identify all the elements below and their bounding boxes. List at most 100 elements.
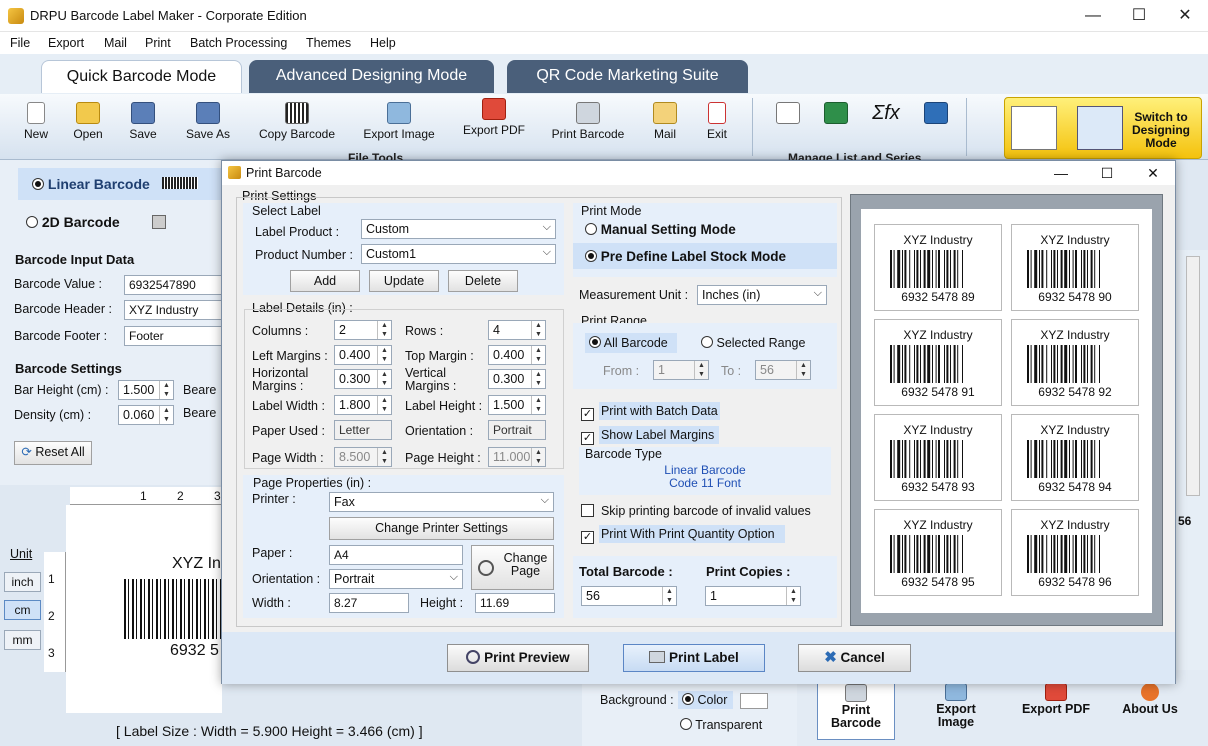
menu-print[interactable]: Print xyxy=(145,36,171,50)
predefine-mode-radio[interactable] xyxy=(585,250,597,262)
print-barcode-toolbar-button[interactable]: Print Barcode xyxy=(546,102,630,141)
skip-invalid-option[interactable]: Skip printing barcode of invalid values xyxy=(581,504,811,518)
vertical-margins-input[interactable]: 0.300 ▲ ▼ xyxy=(488,369,546,389)
label-canvas[interactable]: XYZ In 6932 5 xyxy=(66,505,222,713)
selected-range-radio[interactable] xyxy=(701,336,713,348)
menu-export[interactable]: Export xyxy=(48,36,84,50)
print-barcode-bottom-button[interactable]: Print Barcode xyxy=(817,678,895,740)
switch-to-designing-mode-button[interactable]: Switch to Designing Mode xyxy=(1004,97,1202,159)
color-radio[interactable] xyxy=(682,693,694,705)
change-page-button[interactable]: Change Page xyxy=(471,545,554,590)
barcode-value-input[interactable]: 6932547890 xyxy=(124,275,222,295)
exit-button[interactable]: Exit xyxy=(700,102,734,141)
formula-button[interactable]: Σfx xyxy=(870,102,902,125)
unit-inch-button[interactable]: inch xyxy=(4,572,41,592)
linear-barcode-option[interactable]: Linear Barcode xyxy=(18,168,222,200)
spin-arrows-icon[interactable]: ▲ ▼ xyxy=(377,346,391,364)
minimize-button[interactable]: — xyxy=(1070,0,1116,32)
about-us-button[interactable]: About Us xyxy=(1111,678,1189,740)
spin-arrows-icon[interactable]: ▲ ▼ xyxy=(377,396,391,414)
spin-arrows-icon[interactable]: ▲ ▼ xyxy=(531,346,545,364)
tab-quick-barcode-mode[interactable]: Quick Barcode Mode xyxy=(41,60,242,93)
transparent-option[interactable]: Transparent xyxy=(680,718,762,732)
new-button[interactable]: New xyxy=(18,102,54,141)
transparent-radio[interactable] xyxy=(680,718,692,730)
skip-invalid-checkbox[interactable] xyxy=(581,504,594,517)
dialog-maximize-button[interactable]: ☐ xyxy=(1085,161,1129,185)
save-button[interactable]: Save xyxy=(125,102,161,141)
tab-advanced-designing-mode[interactable]: Advanced Designing Mode xyxy=(249,60,494,93)
save-as-button[interactable]: Save As xyxy=(180,102,236,141)
density-input[interactable]: 0.060 ▲ ▼ xyxy=(118,405,174,425)
print-label-button[interactable]: Print Label xyxy=(623,644,765,672)
linear-radio[interactable] xyxy=(32,178,44,190)
print-quantity-option[interactable]: ✓ Print With Print Quantity Option xyxy=(581,527,775,544)
spin-arrows-icon[interactable]: ▲ ▼ xyxy=(159,381,173,399)
total-barcode-input[interactable]: 56 ▲ ▼ xyxy=(581,586,677,606)
top-margin-input[interactable]: 0.400 ▲ ▼ xyxy=(488,345,546,365)
open-button[interactable]: Open xyxy=(70,102,106,141)
mail-button[interactable]: Mail xyxy=(648,102,682,141)
menu-mail[interactable]: Mail xyxy=(104,36,127,50)
change-printer-settings-button[interactable]: Change Printer Settings xyxy=(329,517,554,540)
color-swatch[interactable] xyxy=(740,693,768,709)
export-pdf-button[interactable]: Export PDF xyxy=(458,98,530,137)
print-preview-button[interactable]: Print Preview xyxy=(447,644,589,672)
barcode-footer-input[interactable]: Footer xyxy=(124,326,222,346)
spin-arrows-icon[interactable]: ▲ ▼ xyxy=(531,370,545,388)
label-width-input[interactable]: 1.800 ▲ ▼ xyxy=(334,395,392,415)
export-pdf-bottom-button[interactable]: Export PDF xyxy=(1017,678,1095,740)
predefine-label-stock-mode-option[interactable]: Pre Define Label Stock Mode xyxy=(585,249,786,264)
all-barcode-radio[interactable] xyxy=(589,336,601,348)
update-button[interactable]: Update xyxy=(369,270,439,292)
print-copies-input[interactable]: 1 ▲ ▼ xyxy=(705,586,801,606)
menu-file[interactable]: File xyxy=(10,36,30,50)
selected-range-option[interactable]: Selected Range xyxy=(701,336,805,350)
columns-input[interactable]: 2 ▲ ▼ xyxy=(334,320,392,340)
maximize-button[interactable]: ☐ xyxy=(1116,0,1162,32)
unit-cm-button[interactable]: cm xyxy=(4,600,41,620)
spin-arrows-icon[interactable]: ▲ ▼ xyxy=(662,587,676,605)
series-button[interactable] xyxy=(922,102,950,127)
spin-arrows-icon[interactable]: ▲ ▼ xyxy=(786,587,800,605)
barcode-header-input[interactable]: XYZ Industry xyxy=(124,300,222,320)
label-product-select[interactable]: Custom ⌵ xyxy=(361,219,556,239)
spin-arrows-icon[interactable]: ▲ ▼ xyxy=(531,396,545,414)
reset-all-button[interactable]: ⟳ Reset All xyxy=(14,441,92,465)
orientation-select[interactable]: Portrait ⌵ xyxy=(329,569,463,589)
export-image-button[interactable]: Export Image xyxy=(357,102,441,141)
menu-themes[interactable]: Themes xyxy=(306,36,351,50)
2d-radio[interactable] xyxy=(26,216,38,228)
paper-input[interactable]: A4 xyxy=(329,545,463,565)
cancel-button[interactable]: ✖ Cancel xyxy=(798,644,911,672)
import-excel-button[interactable] xyxy=(822,102,850,127)
show-label-margins-option[interactable]: ✓ Show Label Margins xyxy=(581,428,714,445)
spin-arrows-icon[interactable]: ▲ ▼ xyxy=(531,321,545,339)
dialog-close-button[interactable]: ✕ xyxy=(1131,161,1175,185)
bar-height-input[interactable]: 1.500 ▲ ▼ xyxy=(118,380,174,400)
spin-arrows-icon[interactable]: ▲ ▼ xyxy=(159,406,173,424)
measurement-unit-select[interactable]: Inches (in) ⌵ xyxy=(697,285,827,305)
left-margins-input[interactable]: 0.400 ▲ ▼ xyxy=(334,345,392,365)
manual-mode-radio[interactable] xyxy=(585,223,597,235)
menu-batch-processing[interactable]: Batch Processing xyxy=(190,36,287,50)
background-color-option[interactable]: Color xyxy=(678,691,734,709)
add-button[interactable]: Add xyxy=(290,270,360,292)
print-with-batch-data-option[interactable]: ✓ Print with Batch Data xyxy=(581,404,718,421)
horizontal-margins-input[interactable]: 0.300 ▲ ▼ xyxy=(334,369,392,389)
product-number-select[interactable]: Custom1 ⌵ xyxy=(361,244,556,264)
spin-arrows-icon[interactable]: ▲ ▼ xyxy=(377,370,391,388)
manual-setting-mode-option[interactable]: Manual Setting Mode xyxy=(585,222,736,237)
printer-select[interactable]: Fax ⌵ xyxy=(329,492,554,512)
2d-barcode-option[interactable]: 2D Barcode xyxy=(10,214,222,248)
copy-barcode-button[interactable]: Copy Barcode xyxy=(253,102,341,141)
tab-qr-code-marketing-suite[interactable]: QR Code Marketing Suite xyxy=(507,60,748,93)
print-qty-checkbox[interactable]: ✓ xyxy=(581,531,594,544)
unit-mm-button[interactable]: mm xyxy=(4,630,41,650)
show-margins-checkbox[interactable]: ✓ xyxy=(581,432,594,445)
all-barcode-option[interactable]: All Barcode xyxy=(589,336,668,350)
spin-arrows-icon[interactable]: ▲ ▼ xyxy=(377,321,391,339)
height-input[interactable]: 11.69 xyxy=(475,593,555,613)
close-button[interactable]: ✕ xyxy=(1162,0,1208,32)
batch-checkbox[interactable]: ✓ xyxy=(581,408,594,421)
